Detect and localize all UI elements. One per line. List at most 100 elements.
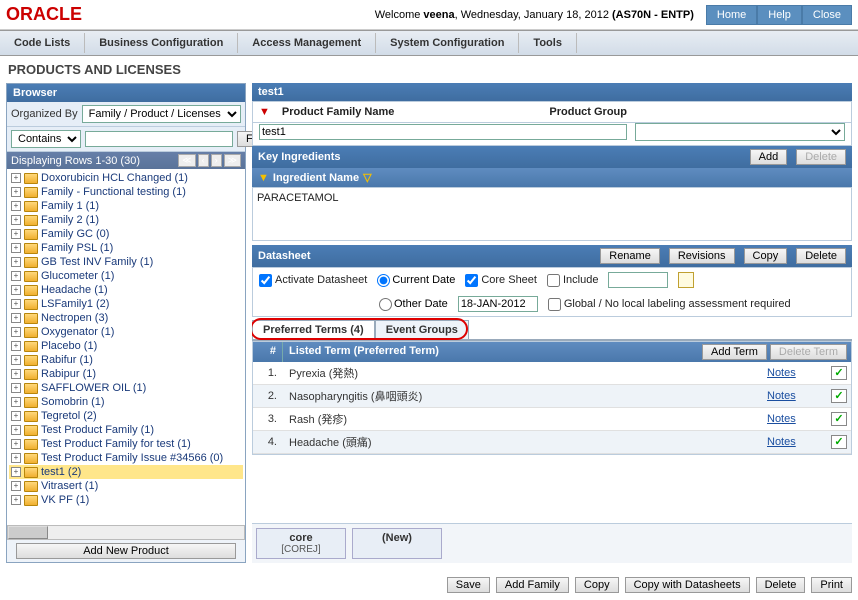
expand-icon[interactable]: + — [11, 215, 21, 225]
expand-icon[interactable]: + — [11, 327, 21, 337]
copy-with-datasheets-button[interactable]: Copy with Datasheets — [625, 577, 750, 593]
check-icon[interactable]: ✓ — [831, 412, 847, 426]
core-sheet-checkbox[interactable]: Core Sheet — [465, 274, 537, 287]
tree-item[interactable]: +Somobrin (1) — [9, 395, 243, 409]
tree-item[interactable]: +Rabifur (1) — [9, 353, 243, 367]
new-subtab[interactable]: (New) — [352, 528, 442, 559]
delete-ingredient-button[interactable]: Delete — [796, 149, 846, 165]
contains-select[interactable]: Contains — [11, 130, 81, 148]
nav-prev-icon[interactable]: ‹ — [198, 154, 209, 167]
add-new-product-button[interactable]: Add New Product — [16, 543, 236, 559]
rename-button[interactable]: Rename — [600, 248, 660, 264]
tree-item[interactable]: +Test Product Family for test (1) — [9, 437, 243, 451]
menu-access-mgmt[interactable]: Access Management — [238, 33, 376, 53]
expand-icon[interactable]: + — [11, 341, 21, 351]
tree-item[interactable]: +Family 2 (1) — [9, 213, 243, 227]
tree-item[interactable]: +Test Product Family (1) — [9, 423, 243, 437]
other-date-radio[interactable]: Other Date — [379, 298, 448, 311]
include-checkbox[interactable]: Include — [547, 274, 598, 287]
tree-item[interactable]: +Glucometer (1) — [9, 269, 243, 283]
expand-icon[interactable]: + — [11, 481, 21, 491]
notes-link[interactable]: Notes — [767, 390, 796, 402]
organized-by-select[interactable]: Family / Product / Licenses — [82, 105, 241, 123]
add-family-button[interactable]: Add Family — [496, 577, 569, 593]
tree-item[interactable]: +GB Test INV Family (1) — [9, 255, 243, 269]
tree-item[interactable]: +LSFamily1 (2) — [9, 297, 243, 311]
delete-term-button[interactable]: Delete Term — [770, 344, 847, 360]
check-icon[interactable]: ✓ — [831, 366, 847, 380]
tree-item[interactable]: +Headache (1) — [9, 283, 243, 297]
horizontal-scrollbar[interactable] — [7, 525, 245, 540]
tree-item[interactable]: +Vitrasert (1) — [9, 479, 243, 493]
add-term-button[interactable]: Add Term — [702, 344, 767, 360]
menu-tools[interactable]: Tools — [519, 33, 577, 53]
expand-icon[interactable]: + — [11, 369, 21, 379]
close-link[interactable]: Close — [802, 5, 852, 25]
sort-icon[interactable]: ▽ — [363, 171, 371, 184]
expand-icon[interactable]: + — [11, 453, 21, 463]
tab-preferred-terms[interactable]: Preferred Terms (4) — [252, 320, 375, 339]
copy-button[interactable]: Copy — [744, 248, 788, 264]
expand-icon[interactable]: + — [11, 439, 21, 449]
revisions-button[interactable]: Revisions — [669, 248, 735, 264]
menu-code-lists[interactable]: Code Lists — [0, 33, 85, 53]
nav-first-icon[interactable]: ≪ — [178, 154, 195, 167]
expand-icon[interactable]: + — [11, 411, 21, 421]
help-link[interactable]: Help — [757, 5, 802, 25]
expand-icon[interactable]: + — [11, 173, 21, 183]
expand-icon[interactable]: + — [11, 285, 21, 295]
footer-delete-button[interactable]: Delete — [756, 577, 806, 593]
print-button[interactable]: Print — [811, 577, 852, 593]
tab-event-groups[interactable]: Event Groups — [375, 320, 469, 339]
notes-link[interactable]: Notes — [767, 436, 796, 448]
current-date-radio[interactable]: Current Date — [377, 274, 455, 287]
tree-item[interactable]: +test1 (2) — [9, 465, 243, 479]
global-nolocal-checkbox[interactable]: Global / No local labeling assessment re… — [548, 298, 791, 311]
nav-last-icon[interactable]: ≫ — [224, 154, 241, 167]
expand-icon[interactable]: + — [11, 467, 21, 477]
check-icon[interactable]: ✓ — [831, 435, 847, 449]
tree-item[interactable]: +Tegretol (2) — [9, 409, 243, 423]
term-row[interactable]: 3.Rash (発疹)Notes✓ — [253, 408, 851, 431]
menu-system-config[interactable]: System Configuration — [376, 33, 519, 53]
tree-item[interactable]: +Doxorubicin HCL Changed (1) — [9, 171, 243, 185]
home-link[interactable]: Home — [706, 5, 757, 25]
core-subtab[interactable]: core [COREJ] — [256, 528, 346, 559]
save-button[interactable]: Save — [447, 577, 490, 593]
expand-icon[interactable]: + — [11, 201, 21, 211]
tree-item[interactable]: +VK PF (1) — [9, 493, 243, 507]
tree-item[interactable]: +Family GC (0) — [9, 227, 243, 241]
expand-icon[interactable]: + — [11, 383, 21, 393]
expand-icon[interactable]: + — [11, 397, 21, 407]
notes-link[interactable]: Notes — [767, 367, 796, 379]
expand-icon[interactable]: + — [11, 495, 21, 505]
expand-icon[interactable]: + — [11, 425, 21, 435]
add-ingredient-button[interactable]: Add — [750, 149, 788, 165]
tree-item[interactable]: +Family PSL (1) — [9, 241, 243, 255]
nav-next-icon[interactable]: › — [211, 154, 222, 167]
tree-item[interactable]: +Nectropen (3) — [9, 311, 243, 325]
tree-item[interactable]: +Family 1 (1) — [9, 199, 243, 213]
include-input[interactable] — [608, 272, 668, 288]
datasheet-note-icon[interactable] — [678, 272, 694, 288]
check-icon[interactable]: ✓ — [831, 389, 847, 403]
expand-icon[interactable]: + — [11, 355, 21, 365]
product-family-name-input[interactable] — [259, 124, 627, 140]
product-group-select[interactable] — [635, 123, 845, 141]
filter-input[interactable] — [85, 131, 233, 147]
menu-business-config[interactable]: Business Configuration — [85, 33, 238, 53]
expand-icon[interactable]: + — [11, 257, 21, 267]
notes-link[interactable]: Notes — [767, 413, 796, 425]
expand-icon[interactable]: + — [11, 243, 21, 253]
expand-icon[interactable]: + — [11, 299, 21, 309]
term-row[interactable]: 2.Nasopharyngitis (鼻咽頭炎)Notes✓ — [253, 385, 851, 408]
tree-item[interactable]: +SAFFLOWER OIL (1) — [9, 381, 243, 395]
tree-item[interactable]: +Family - Functional testing (1) — [9, 185, 243, 199]
tree-item[interactable]: +Test Product Family Issue #34566 (0) — [9, 451, 243, 465]
product-tree[interactable]: +Doxorubicin HCL Changed (1)+Family - Fu… — [7, 169, 245, 525]
other-date-input[interactable] — [458, 296, 538, 312]
footer-copy-button[interactable]: Copy — [575, 577, 619, 593]
delete-button[interactable]: Delete — [796, 248, 846, 264]
expand-icon[interactable]: + — [11, 313, 21, 323]
expand-icon[interactable]: + — [11, 271, 21, 281]
